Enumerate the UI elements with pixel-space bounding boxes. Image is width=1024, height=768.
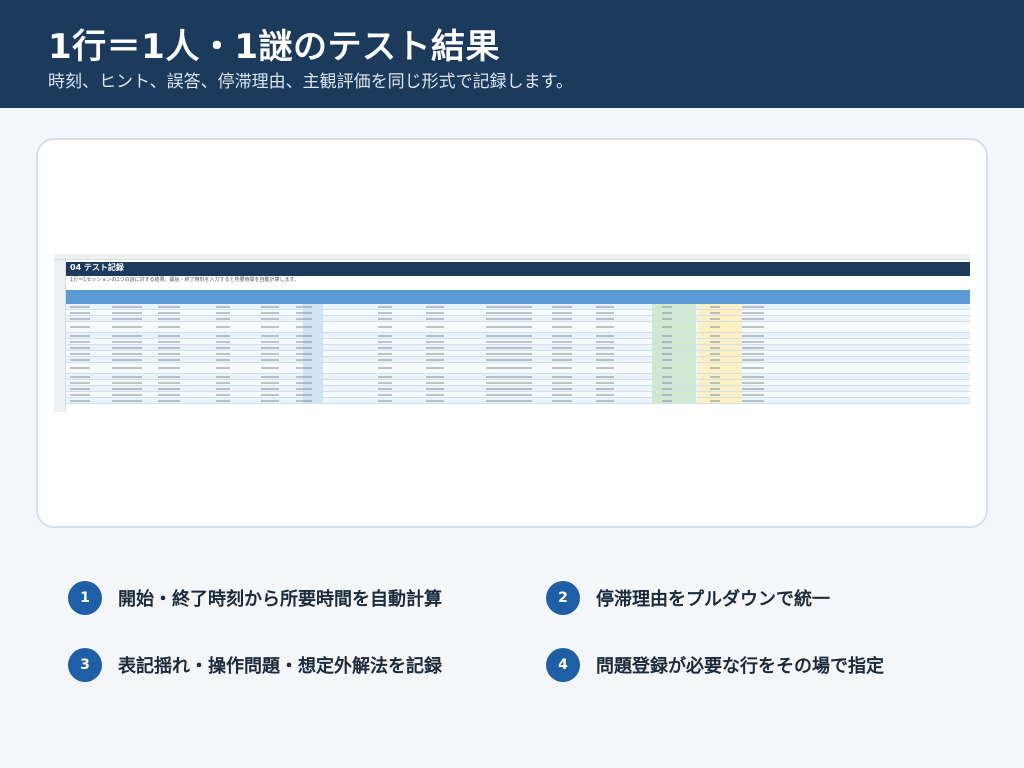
feature-number-badge: 4 [546,648,580,682]
feature-number-badge: 1 [68,581,102,615]
feature-label: 停滞理由をプルダウンで統一 [596,589,830,610]
feature-number-badge: 3 [68,648,102,682]
feature-label: 表記揺れ・操作問題・想定外解法を記録 [118,656,442,677]
feature-number-badge: 2 [546,581,580,615]
feature-label: 開始・終了時刻から所要時間を自動計算 [118,589,442,610]
feature-label: 問題登録が必要な行をその場で指定 [596,656,884,677]
feature-item-2: 2 停滞理由をプルダウンで統一 [546,581,830,615]
feature-item-3: 3 表記揺れ・操作問題・想定外解法を記録 [68,648,442,682]
feature-list: 1 開始・終了時刻から所要時間を自動計算 2 停滞理由をプルダウンで統一 3 表… [0,0,1024,768]
feature-item-1: 1 開始・終了時刻から所要時間を自動計算 [68,581,442,615]
feature-item-4: 4 問題登録が必要な行をその場で指定 [546,648,884,682]
